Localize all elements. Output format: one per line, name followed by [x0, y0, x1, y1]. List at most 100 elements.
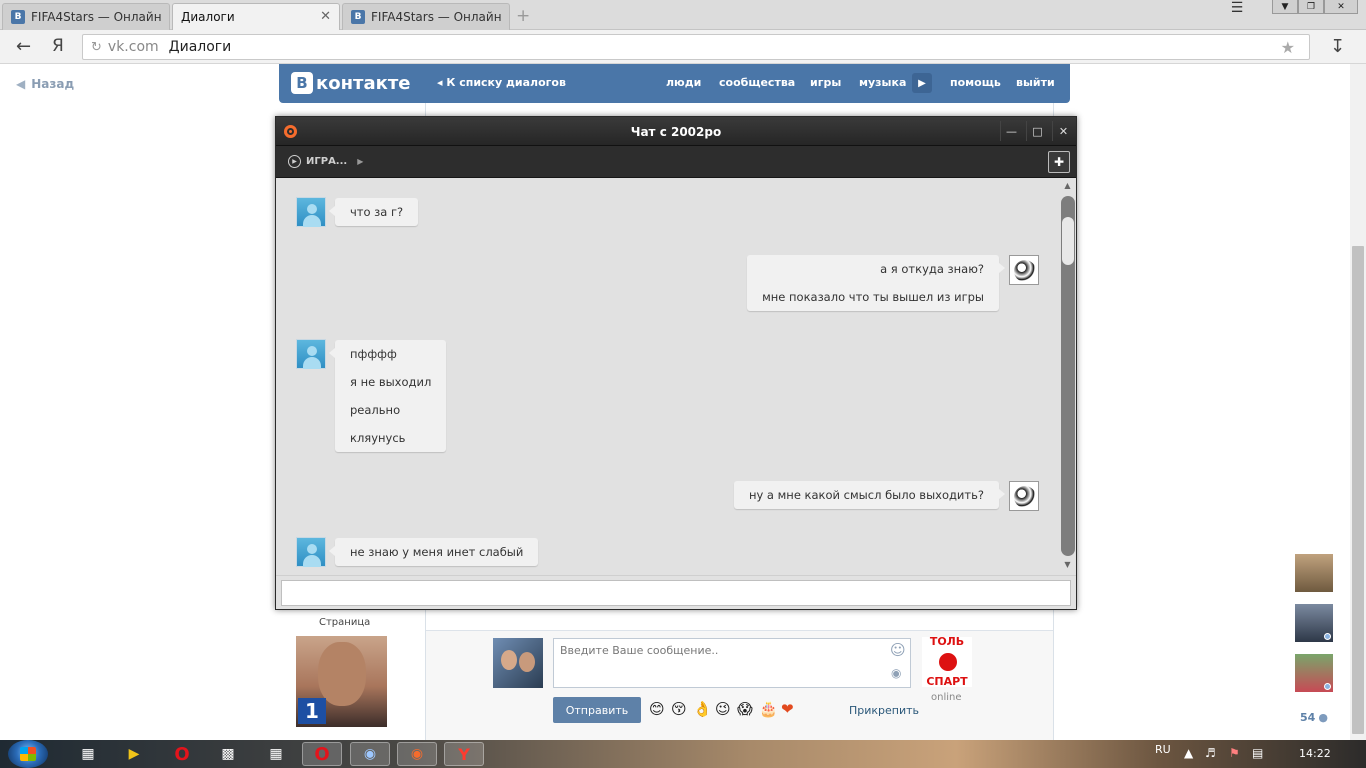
avatar-head [307, 204, 317, 214]
left-page-label[interactable]: Страница [319, 617, 370, 628]
message-line: кляунусь [350, 431, 406, 445]
emoji-cake-icon[interactable]: 🎂 [759, 699, 778, 719]
emoji-scream-icon[interactable]: 😱 [737, 699, 753, 719]
tab-close-icon[interactable]: ✕ [320, 9, 331, 24]
yandex-browser-icon[interactable]: Y [444, 742, 484, 766]
emoji-kiss-icon[interactable]: 😚 [671, 699, 687, 719]
bubble-tail [329, 546, 335, 556]
friend-avatar[interactable] [1295, 554, 1333, 592]
emoji-heart-icon[interactable]: ❤ [781, 699, 794, 719]
chat-message-input[interactable] [281, 580, 1071, 606]
emoji-wink-icon[interactable]: 😉 [715, 699, 731, 719]
music-play-icon[interactable]: ▶ [912, 73, 932, 93]
game-menu-label: ИГРА... [306, 156, 348, 167]
origin-taskbar-icon[interactable]: ◉ [397, 742, 437, 766]
photo-face [318, 642, 366, 706]
friend-avatar[interactable] [1295, 604, 1333, 642]
opera-window-icon[interactable]: O [302, 742, 342, 766]
friends-online-count[interactable]: 54 ● [1300, 711, 1328, 724]
back-to-dialogs-link[interactable]: ◂ К списку диалогов [437, 76, 566, 89]
nav-communities[interactable]: сообщества [719, 76, 795, 89]
avatar-face [519, 652, 535, 672]
media-player-icon[interactable]: ▶ [114, 742, 154, 766]
my-chat-avatar[interactable] [1009, 481, 1039, 511]
contact-avatar[interactable] [296, 197, 326, 227]
message-line: я не выходил [350, 375, 432, 389]
bubble-tail [999, 263, 1005, 273]
yandex-icon[interactable]: Я [52, 36, 64, 56]
floppy-disk-icon[interactable]: ▩ [208, 742, 248, 766]
tab-label: Диалоги [181, 10, 235, 24]
chat-minimize-icon[interactable]: — [1000, 121, 1022, 141]
add-friend-icon[interactable]: ✚ [1048, 151, 1070, 173]
vk-logo-text: контакте [316, 72, 411, 94]
address-domain: vk.com [107, 39, 159, 55]
browser-menu-icon[interactable]: ☰ [1224, 0, 1250, 16]
keyboard-language[interactable]: RU [1155, 743, 1171, 756]
vk-logo[interactable]: В контакте [291, 72, 410, 94]
windows-logo-icon [20, 747, 36, 761]
my-chat-avatar[interactable] [1009, 255, 1039, 285]
flag-alert-icon[interactable]: ⚑ [1229, 746, 1240, 760]
contact-online-status: online [931, 692, 962, 703]
contact-avatar[interactable] [296, 339, 326, 369]
back-to-dialogs-label: К списку диалогов [446, 76, 566, 89]
chat-scrollbar[interactable]: ▲ ▼ [1059, 179, 1076, 575]
window-close-icon[interactable]: ✕ [1324, 0, 1358, 14]
reload-icon[interactable]: ↻ [91, 40, 102, 55]
address-page-title: Диалоги [168, 39, 232, 55]
tray-arrow-icon[interactable]: ▲ [1184, 746, 1193, 760]
tab-fifa4stars-1[interactable]: В FIFA4Stars — Онлайн [2, 3, 170, 30]
clock-time[interactable]: 14:22 [1299, 747, 1331, 760]
chevron-right-icon: ▶ [357, 157, 364, 166]
window-restore-icon[interactable]: ❐ [1298, 0, 1324, 14]
message-input[interactable]: Введите Ваше сообщение.. [553, 638, 911, 688]
nav-music[interactable]: музыка [859, 76, 906, 89]
back-link[interactable]: ◀ Назад [16, 77, 74, 91]
opera-icon[interactable]: O [162, 742, 202, 766]
bookmark-star-icon[interactable]: ★ [1281, 38, 1295, 57]
new-tab-icon[interactable]: + [516, 6, 530, 26]
volume-icon[interactable]: ♬ [1205, 746, 1216, 760]
tab-dialogs[interactable]: ▣ Диалоги ✕ [172, 3, 340, 30]
attach-link[interactable]: Прикрепить [849, 704, 919, 717]
emoji-ok-hand-icon[interactable]: 👌 [693, 699, 712, 719]
address-input[interactable]: ↻ vk.com Диалоги ★ [82, 34, 1310, 60]
window-minimize-icon[interactable]: ▼ [1272, 0, 1298, 14]
start-button[interactable] [8, 740, 48, 768]
scroll-up-icon[interactable]: ▲ [1059, 181, 1076, 190]
nav-logout[interactable]: выйти [1016, 76, 1055, 89]
calculator-icon[interactable]: ▦ [256, 742, 296, 766]
emoji-smile-icon[interactable]: 😊 [649, 699, 665, 719]
download-icon[interactable]: ↧ [1330, 36, 1345, 57]
nav-games[interactable]: игры [810, 76, 841, 89]
my-avatar[interactable] [493, 638, 543, 688]
message-line: ну а мне какой смысл было выходить? [748, 488, 984, 502]
page-scrollbar-thumb[interactable] [1352, 246, 1364, 734]
nav-people[interactable]: люди [666, 76, 701, 89]
avatar-body [303, 215, 321, 227]
film-app-icon[interactable]: ▦ [68, 742, 108, 766]
network-icon[interactable]: ▤ [1252, 746, 1263, 760]
fifa-app-icon[interactable]: ◉ [350, 742, 390, 766]
avatar-image [1014, 486, 1036, 508]
back-arrow-icon: ◀ [16, 77, 26, 91]
page-scrollbar[interactable] [1350, 64, 1366, 740]
browser-back-icon[interactable]: ← [16, 36, 31, 57]
nav-help[interactable]: помощь [950, 76, 1001, 89]
send-button[interactable]: Отправить [553, 697, 641, 723]
left-ad-photo[interactable]: 1 [296, 636, 387, 727]
tab-fifa4stars-2[interactable]: В FIFA4Stars — Онлайн [342, 3, 510, 30]
camera-icon[interactable]: ◉ [891, 666, 901, 680]
contact-avatar-spartak[interactable]: ТОЛЬ СПАРТ [922, 637, 972, 687]
chat-maximize-icon[interactable]: □ [1026, 121, 1048, 141]
friend-avatar[interactable] [1295, 654, 1333, 692]
chat-title-bar[interactable]: Чат с 2002ро — □ ✕ [276, 117, 1076, 146]
contact-avatar[interactable] [296, 537, 326, 567]
game-menu-button[interactable]: ▶ ИГРА... ▶ [288, 155, 363, 168]
windows-taskbar: ▦ ▶ O ▩ ▦ O ◉ ◉ Y RU ▲ ♬ ⚑ ▤ 14:22 [0, 740, 1366, 768]
scroll-down-icon[interactable]: ▼ [1059, 560, 1076, 569]
smile-icon[interactable]: ☺ [890, 641, 906, 659]
chat-close-icon[interactable]: ✕ [1052, 121, 1074, 141]
chat-scroll-thumb[interactable] [1062, 217, 1074, 265]
